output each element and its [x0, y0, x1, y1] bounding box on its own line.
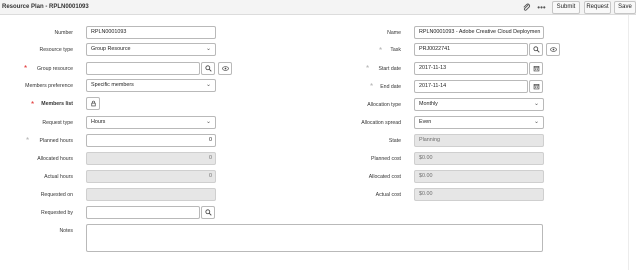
- allocation-spread-value: Even: [419, 119, 432, 125]
- allocated-cost-label: Allocated cost: [368, 174, 401, 180]
- search-icon[interactable]: [201, 206, 215, 219]
- state-field: Planning: [414, 134, 544, 147]
- actual-cost-label: Actual cost: [375, 192, 401, 198]
- save-button[interactable]: Save: [614, 1, 636, 14]
- state-label: State: [388, 138, 401, 144]
- number-field[interactable]: RPLN0001093: [86, 26, 216, 39]
- allocation-type-select[interactable]: Monthly ⌄: [414, 98, 544, 111]
- requested-by-input[interactable]: [86, 206, 200, 219]
- actual-hours-field: 0: [86, 170, 216, 183]
- chevron-down-icon: ⌄: [205, 82, 211, 88]
- group-resource-input[interactable]: [86, 62, 200, 75]
- calendar-icon[interactable]: [529, 80, 543, 93]
- request-type-select[interactable]: Hours ⌄: [86, 116, 216, 129]
- task-label: Task: [390, 47, 401, 53]
- preview-eye-icon[interactable]: [546, 43, 560, 56]
- allocation-spread-label: Allocation spread: [361, 120, 401, 126]
- members-preference-value: Specific members: [91, 82, 134, 88]
- members-list-label: Members list: [41, 101, 73, 107]
- form-title: Resource Plan - RPLN0001093: [2, 4, 89, 10]
- allocation-spread-select[interactable]: Even ⌄: [414, 116, 544, 129]
- calendar-icon[interactable]: [529, 62, 543, 75]
- mandatory-indicator-icon: *: [24, 64, 28, 73]
- resource-type-select[interactable]: Group Resource ⌄: [86, 43, 216, 56]
- requested-on-field: [86, 188, 216, 201]
- end-date-input[interactable]: 2017-11-14: [414, 80, 528, 93]
- allocation-type-label: Allocation type: [367, 102, 401, 108]
- start-date-label: Start date: [378, 66, 402, 72]
- notes-textarea[interactable]: [86, 224, 543, 252]
- scrollbar[interactable]: [628, 15, 636, 270]
- request-type-value: Hours: [91, 119, 106, 125]
- name-label: Name: [387, 30, 401, 36]
- chevron-down-icon: ⌄: [533, 101, 539, 107]
- request-type-label: Request type: [42, 120, 73, 126]
- end-date-label: End date: [380, 84, 401, 90]
- actual-cost-field: $0.00: [414, 188, 544, 201]
- search-icon[interactable]: [201, 62, 215, 75]
- resource-type-label: Resource type: [39, 47, 73, 53]
- planned-hours-label: Planned hours: [39, 138, 73, 144]
- resource-type-value: Group Resource: [91, 46, 131, 52]
- planned-hours-field[interactable]: 0: [86, 134, 216, 147]
- members-preference-select[interactable]: Specific members ⌄: [86, 79, 216, 92]
- form-header: Resource Plan - RPLN0001093 ••• Submit R…: [0, 0, 636, 15]
- number-label: Number: [54, 30, 73, 36]
- notes-label: Notes: [59, 228, 73, 234]
- mandatory-indicator-icon: *: [370, 82, 374, 91]
- task-input[interactable]: PRJ0022741: [414, 43, 528, 56]
- allocated-hours-field: 0: [86, 152, 216, 165]
- mandatory-indicator-icon: *: [379, 46, 383, 55]
- mandatory-indicator-icon: *: [31, 100, 35, 109]
- planned-cost-label: Planned cost: [371, 156, 401, 162]
- start-date-input[interactable]: 2017-11-13: [414, 62, 528, 75]
- lock-icon[interactable]: [86, 97, 100, 110]
- mandatory-indicator-icon: *: [366, 64, 370, 73]
- requested-by-label: Requested by: [40, 210, 73, 216]
- requested-on-label: Requested on: [40, 192, 73, 198]
- more-options-icon[interactable]: •••: [537, 3, 546, 12]
- chevron-down-icon: ⌄: [533, 119, 539, 125]
- planned-cost-field: $0.00: [414, 152, 544, 165]
- allocation-type-value: Monthly: [419, 101, 438, 107]
- group-resource-label: Group resource: [36, 66, 73, 72]
- allocated-cost-field: $0.00: [414, 170, 544, 183]
- search-icon[interactable]: [529, 43, 543, 56]
- chevron-down-icon: ⌄: [205, 119, 211, 125]
- members-preference-label: Members preference: [25, 83, 73, 89]
- name-field[interactable]: RPLN0001093 - Adobe Creative Cloud Deplo…: [414, 26, 544, 39]
- paperclip-icon[interactable]: [522, 3, 531, 12]
- mandatory-indicator-icon: *: [26, 136, 30, 145]
- allocated-hours-label: Allocated hours: [37, 156, 73, 162]
- preview-eye-icon[interactable]: [218, 62, 232, 75]
- actual-hours-label: Actual hours: [44, 174, 73, 180]
- submit-button[interactable]: Submit: [552, 1, 580, 14]
- chevron-down-icon: ⌄: [205, 46, 211, 52]
- request-button[interactable]: Request: [584, 1, 611, 14]
